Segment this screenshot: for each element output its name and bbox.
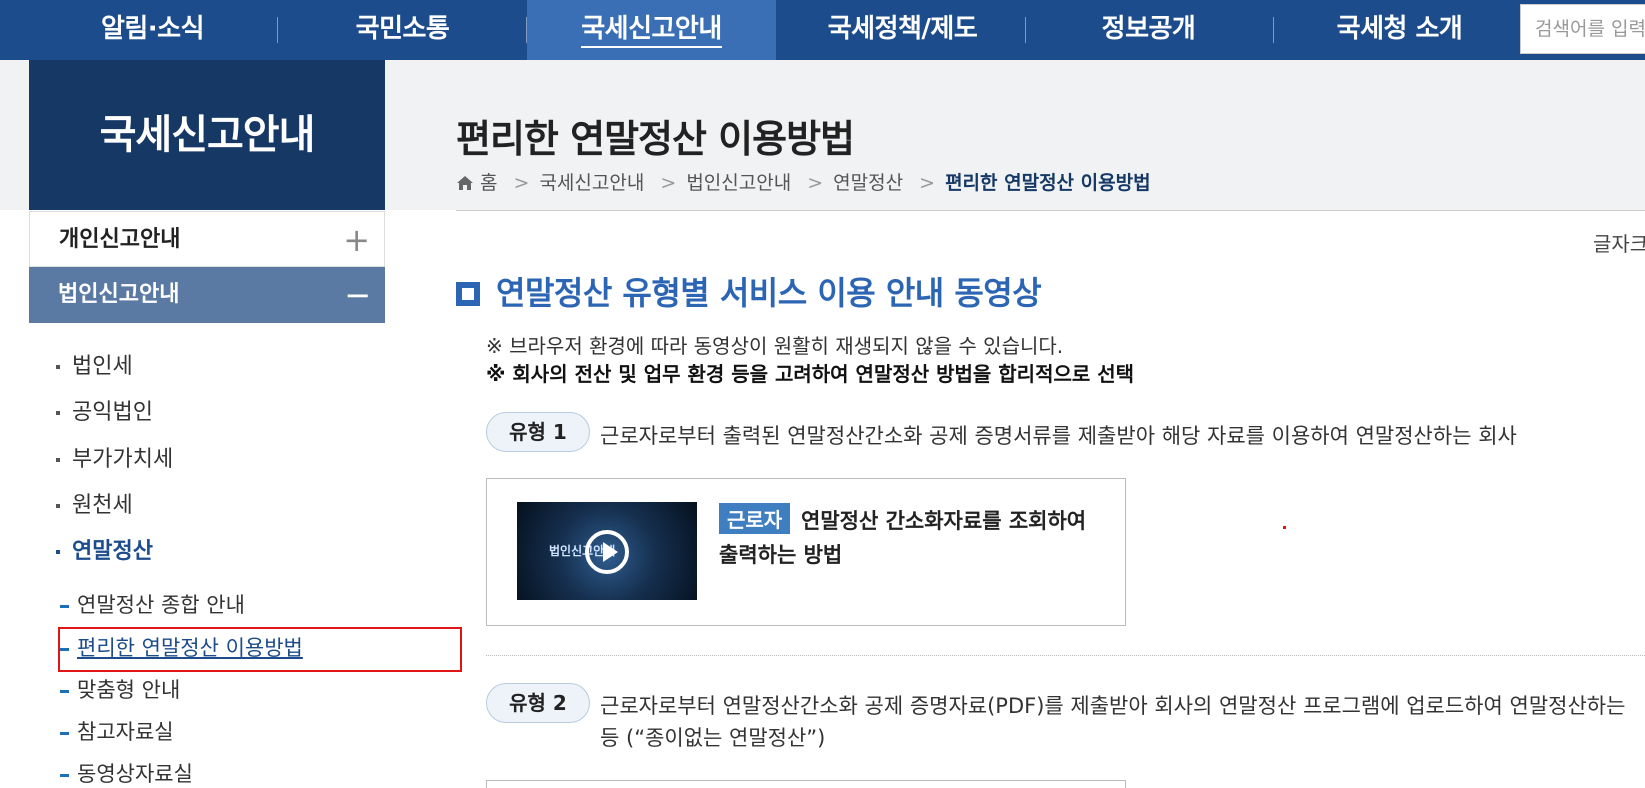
plus-icon[interactable]: +: [343, 212, 370, 268]
video-card[interactable]: 법인신고안내 근로자 연말정산 간소화자료를 조회하여 출력하는 방법: [486, 478, 1126, 626]
top-navigation: 알림·소식 국민소통 국세신고안내 국세정책/제도 정보공개 국세청 소개 검색…: [0, 0, 1645, 60]
search-input[interactable]: 검색어를 입력: [1520, 4, 1645, 54]
breadcrumb-home[interactable]: 홈: [480, 172, 497, 194]
bullet-icon: [56, 411, 60, 415]
nav-item-tax-filing[interactable]: 국세신고안내: [527, 0, 776, 60]
breadcrumb-current: 편리한 연말정산 이용방법: [945, 172, 1151, 194]
sidebar-subitem-public-corp[interactable]: 공익법인: [56, 394, 153, 426]
page-title: 편리한 연말정산 이용방법: [456, 117, 855, 161]
nav-item-tax-policy[interactable]: 국세정책/제도: [790, 0, 1015, 60]
nav-item-communication[interactable]: 국민소통: [290, 0, 515, 60]
chevron-right-icon: >: [807, 172, 824, 194]
sidebar-subitem-corporate-tax[interactable]: 법인세: [56, 348, 133, 380]
type-2-description: 근로자로부터 연말정산간소화 공제 증명자료(PDF)를 제출받아 회사의 연말…: [600, 694, 1626, 718]
dash-icon: [60, 689, 69, 693]
bullet-icon: [56, 550, 60, 554]
video-title-line2[interactable]: 출력하는 방법: [719, 539, 842, 569]
type-2-badge: 유형 2: [486, 683, 590, 723]
chevron-right-icon: >: [513, 172, 530, 194]
chevron-right-icon: >: [919, 172, 936, 194]
section-title: 연말정산 유형별 서비스 이용 안내 동영상: [456, 268, 1042, 314]
sidebar-subitem-vat[interactable]: 부가가치세: [56, 441, 173, 473]
play-icon[interactable]: [585, 530, 629, 574]
nav-divider: [277, 17, 278, 43]
chevron-right-icon: >: [660, 172, 677, 194]
type-2-description-line2: 등 (“종이없는 연말정산”): [600, 726, 826, 750]
nav-item-about[interactable]: 국세청 소개: [1287, 0, 1512, 60]
sidebar-item-label: 개인신고안내: [59, 227, 181, 252]
nav-divider: [1273, 17, 1274, 43]
breadcrumb-item[interactable]: 법인신고안내: [686, 172, 791, 194]
notice-text-bold: ※ 회사의 전산 및 업무 환경 등을 고려하여 연말정산 방법을 합리적으로 …: [486, 362, 1135, 386]
dotted-divider: [486, 655, 1645, 656]
nav-item-news[interactable]: 알림·소식: [40, 0, 265, 60]
sidebar-item-personal[interactable]: 개인신고안내 +: [29, 211, 385, 267]
nav-item-info-disclosure[interactable]: 정보공개: [1036, 0, 1261, 60]
submenu-item-custom-guide[interactable]: 맞춤형 안내: [60, 674, 180, 704]
worker-badge: 근로자: [719, 503, 791, 534]
highlight-box: [58, 627, 462, 672]
notice-text: ※ 브라우저 환경에 따라 동영상이 원활히 재생되지 않을 수 있습니다.: [486, 334, 1064, 358]
submenu-item-videos[interactable]: 동영상자료실: [60, 758, 193, 788]
nav-divider: [1025, 17, 1026, 43]
header-divider: [456, 210, 1645, 211]
type-1-badge: 유형 1: [486, 412, 590, 452]
dash-icon: [60, 731, 69, 735]
type-1-description: 근로자로부터 출력된 연말정산간소화 공제 증명서류를 제출받아 해당 자료를 …: [600, 424, 1517, 448]
video-card-2[interactable]: [486, 780, 1126, 788]
bullet-icon: [56, 365, 60, 369]
breadcrumb-item[interactable]: 연말정산: [833, 172, 903, 194]
sidebar-subitem-year-end[interactable]: 연말정산: [56, 533, 153, 565]
breadcrumb-item[interactable]: 국세신고안내: [539, 172, 644, 194]
red-dot: [1283, 526, 1286, 529]
font-size-control[interactable]: 글자크: [1593, 228, 1645, 257]
sidebar-subitem-withholding[interactable]: 원천세: [56, 487, 133, 519]
dash-icon: [60, 773, 69, 777]
video-thumbnail[interactable]: 법인신고안내: [517, 502, 697, 600]
video-title[interactable]: 연말정산 간소화자료를 조회하여: [801, 505, 1086, 535]
submenu-item-overview[interactable]: 연말정산 종합 안내: [60, 589, 245, 619]
minus-icon[interactable]: −: [344, 267, 371, 323]
sidebar-title: 국세신고안내: [29, 60, 385, 210]
bullet-icon: [56, 458, 60, 462]
breadcrumb: 홈 > 국세신고안내 > 법인신고안내 > 연말정산 > 편리한 연말정산 이용방법: [456, 168, 1151, 195]
sidebar-item-corporate[interactable]: 법인신고안내 −: [29, 267, 385, 323]
square-bullet-icon: [456, 282, 480, 306]
bullet-icon: [56, 504, 60, 508]
dash-icon: [60, 604, 69, 608]
submenu-item-reference[interactable]: 참고자료실: [60, 716, 174, 746]
sidebar-item-label: 법인신고안내: [58, 282, 180, 307]
home-icon[interactable]: [456, 175, 474, 191]
